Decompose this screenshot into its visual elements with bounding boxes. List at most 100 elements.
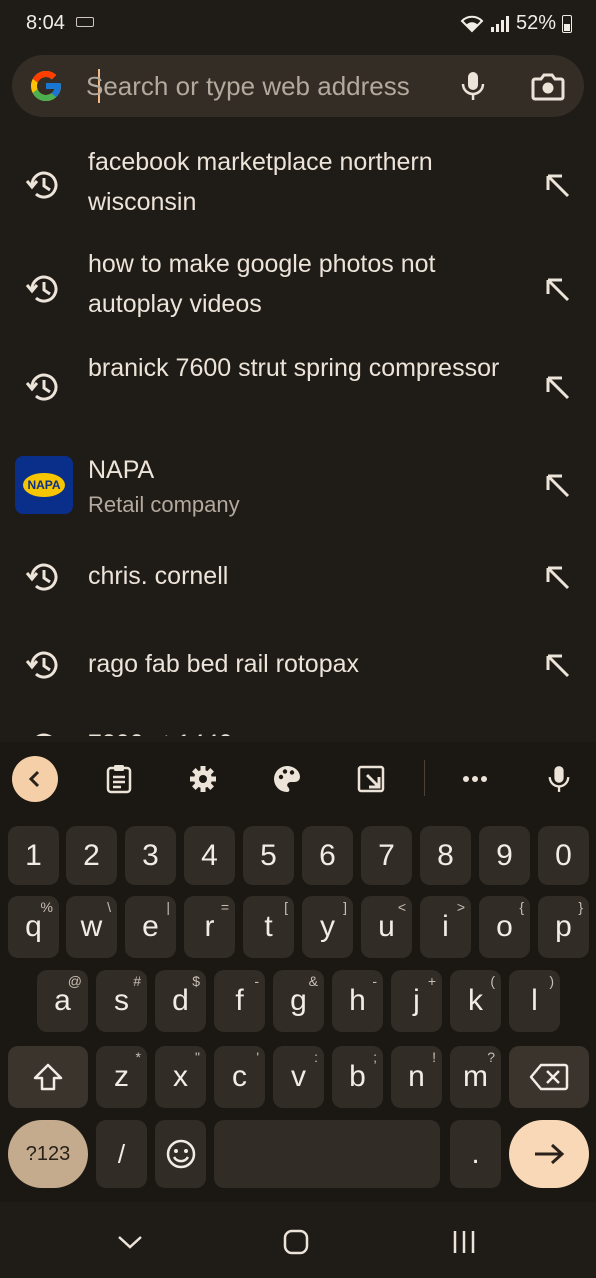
key-hint: ; — [373, 1049, 377, 1065]
go-key[interactable] — [509, 1120, 589, 1188]
keyboard-status-icon — [76, 17, 94, 27]
insert-arrow-icon[interactable] — [544, 172, 572, 200]
recents-icon — [453, 1231, 475, 1253]
key-l[interactable]: l) — [509, 970, 560, 1032]
key-label: s — [114, 984, 129, 1017]
key-m[interactable]: m? — [450, 1046, 501, 1108]
key-b[interactable]: b; — [332, 1046, 383, 1108]
voice-input-button[interactable] — [536, 756, 582, 802]
key-hint: ! — [432, 1049, 436, 1065]
key-x[interactable]: x " — [155, 1046, 206, 1108]
emoji-key[interactable] — [155, 1120, 206, 1188]
key-f[interactable]: f- — [214, 970, 265, 1032]
voice-search-button[interactable] — [454, 67, 492, 105]
key-5[interactable]: 5 — [243, 826, 294, 885]
key-y[interactable]: y] — [302, 896, 353, 958]
suggestion-item[interactable]: how to make google photos not autoplay v… — [0, 242, 596, 338]
key-hint: ? — [487, 1049, 495, 1065]
lens-search-button[interactable] — [528, 67, 568, 105]
key-3[interactable]: 3 — [125, 826, 176, 885]
key-hint: " — [195, 1049, 200, 1065]
status-time: 8:04 — [26, 12, 65, 34]
backspace-icon — [529, 1063, 569, 1091]
more-options-button[interactable] — [452, 756, 498, 802]
key-label: f — [235, 984, 244, 1017]
resize-keyboard-button[interactable] — [348, 756, 394, 802]
theme-button[interactable] — [264, 756, 310, 802]
key-label: t — [264, 910, 273, 943]
toolbar-back-button[interactable] — [12, 756, 58, 802]
suggestion-item-entity[interactable]: NAPA NAPA Retail company — [0, 450, 596, 530]
key-h[interactable]: h- — [332, 970, 383, 1032]
camera-icon — [531, 73, 565, 101]
clipboard-button[interactable] — [96, 756, 142, 802]
backspace-key[interactable] — [509, 1046, 589, 1108]
insert-arrow-icon[interactable] — [544, 472, 572, 500]
period-key[interactable]: . — [450, 1120, 501, 1188]
search-input[interactable] — [86, 65, 446, 107]
key-z[interactable]: z * — [96, 1046, 147, 1108]
symbols-key[interactable]: ?123 — [8, 1120, 88, 1188]
key-label: z — [114, 1060, 129, 1093]
napa-logo: NAPA — [15, 456, 73, 514]
insert-arrow-icon[interactable] — [544, 374, 572, 402]
key-g[interactable]: g & — [273, 970, 324, 1032]
suggestion-item[interactable]: 7300 st 1440 ... — [0, 720, 596, 736]
key-p[interactable]: p} — [538, 896, 589, 958]
mic-icon — [461, 72, 485, 100]
wifi-icon — [460, 15, 484, 32]
nav-home-button[interactable] — [276, 1222, 316, 1262]
key-s[interactable]: s # — [96, 970, 147, 1032]
suggestion-list: facebook marketplace northern wisconsin … — [0, 130, 596, 736]
suggestion-item[interactable]: branick 7600 strut spring compressor — [0, 346, 596, 442]
key-w[interactable]: w \ — [66, 896, 117, 958]
key-label: q — [25, 910, 42, 943]
key-hint: ) — [549, 973, 554, 989]
key-hint: & — [308, 973, 318, 989]
key-7[interactable]: 7 — [361, 826, 412, 885]
key-u[interactable]: u < — [361, 896, 412, 958]
key-9[interactable]: 9 — [479, 826, 530, 885]
key-n[interactable]: n! — [391, 1046, 442, 1108]
key-c[interactable]: c ' — [214, 1046, 265, 1108]
key-0[interactable]: 0 — [538, 826, 589, 885]
key-1[interactable]: 1 — [8, 826, 59, 885]
key-hint: + — [427, 973, 436, 989]
key-hint: - — [254, 973, 259, 989]
shift-key[interactable] — [8, 1046, 88, 1108]
omnibox[interactable] — [12, 55, 584, 117]
slash-key[interactable]: / — [96, 1120, 147, 1188]
key-o[interactable]: o{ — [479, 896, 530, 958]
key-hint: } — [578, 899, 583, 915]
insert-arrow-icon[interactable] — [544, 564, 572, 592]
key-hint: ( — [490, 973, 495, 989]
nav-back-button[interactable] — [110, 1222, 150, 1262]
space-key[interactable] — [214, 1120, 440, 1188]
key-r[interactable]: r = — [184, 896, 235, 958]
insert-arrow-icon[interactable] — [544, 276, 572, 304]
suggestion-item[interactable]: chris. cornell — [0, 550, 596, 614]
key-6[interactable]: 6 — [302, 826, 353, 885]
keyboard-settings-button[interactable] — [180, 756, 226, 802]
key-e[interactable]: e | — [125, 896, 176, 958]
insert-arrow-icon[interactable] — [544, 652, 572, 680]
key-d[interactable]: d $ — [155, 970, 206, 1032]
key-4[interactable]: 4 — [184, 826, 235, 885]
key-label: c — [232, 1060, 247, 1093]
key-label: a — [54, 984, 71, 1017]
key-a[interactable]: a @ — [37, 970, 88, 1032]
key-q[interactable]: q% — [8, 896, 59, 958]
key-t[interactable]: t[ — [243, 896, 294, 958]
key-i[interactable]: i > — [420, 896, 471, 958]
history-icon — [25, 275, 58, 303]
key-v[interactable]: v: — [273, 1046, 324, 1108]
suggestion-item[interactable]: facebook marketplace northern wisconsin — [0, 138, 596, 234]
key-label: k — [468, 984, 483, 1017]
key-j[interactable]: j + — [391, 970, 442, 1032]
key-k[interactable]: k( — [450, 970, 501, 1032]
suggestion-item[interactable]: rago fab bed rail rotopax — [0, 638, 596, 702]
key-8[interactable]: 8 — [420, 826, 471, 885]
nav-recents-button[interactable] — [444, 1222, 484, 1262]
clipboard-icon — [106, 765, 132, 794]
key-2[interactable]: 2 — [66, 826, 117, 885]
